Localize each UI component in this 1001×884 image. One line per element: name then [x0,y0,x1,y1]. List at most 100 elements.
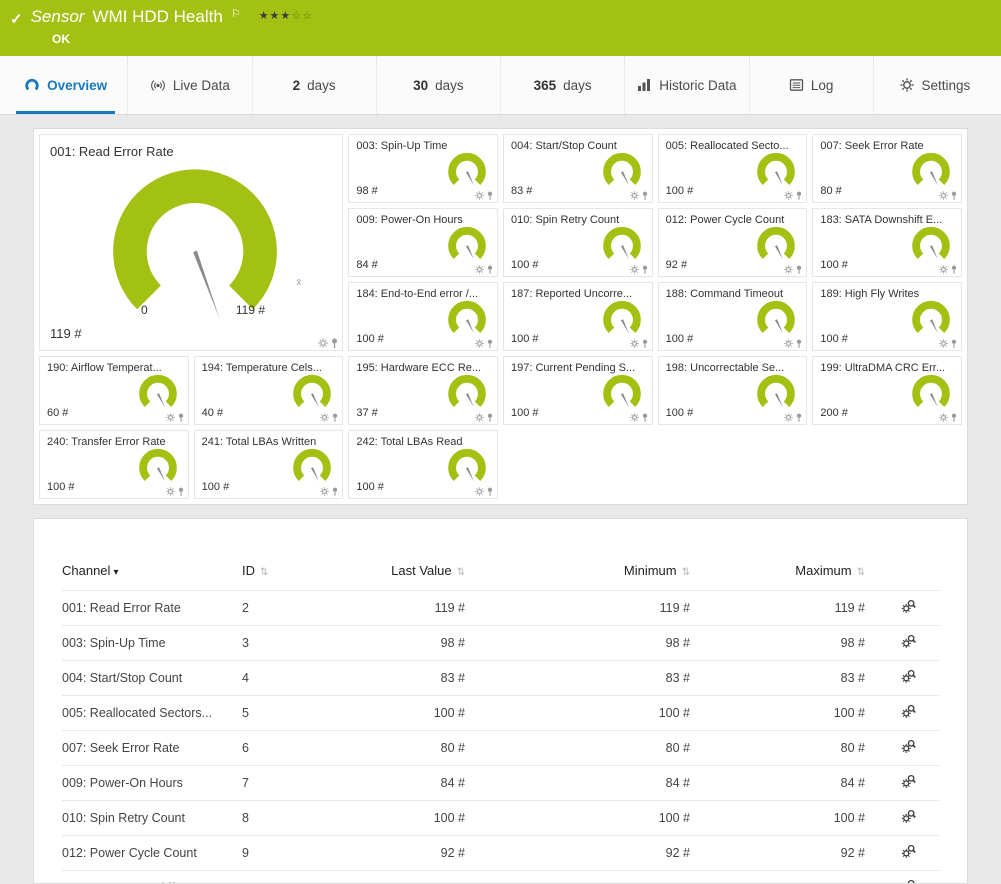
channel-row[interactable]: 009: Power-On Hours 7 84 # 84 # 84 # [62,766,939,801]
gauge-settings-icon[interactable] [475,413,484,422]
gauge-pin-icon[interactable] [796,265,802,274]
gauge-settings-icon[interactable] [939,413,948,422]
gauge-tile[interactable]: 194: Temperature Cels... 40 # [194,356,344,425]
channel-settings-icon[interactable] [901,634,916,649]
gauge-pin-icon[interactable] [487,487,493,496]
gauge-settings-icon[interactable] [630,191,639,200]
gauge-tile[interactable]: 007: Seek Error Rate 80 # [812,134,962,203]
tab-log[interactable]: Log [750,56,874,114]
gauge-tile[interactable]: 240: Transfer Error Rate 100 # [39,430,189,499]
gauge-settings-icon[interactable] [166,487,175,496]
gauge-tile[interactable]: 241: Total LBAs Written 100 # [194,430,344,499]
main-gauge-tile[interactable]: 001: Read Error Rate 0 119 # x̄ 119 # [39,134,343,351]
gauge-tile[interactable]: 183: SATA Downshift E... 100 # [812,208,962,277]
gauge-pin-icon[interactable] [951,265,957,274]
gauge-tile[interactable]: 004: Start/Stop Count 83 # [503,134,653,203]
channels-table-panel: Channel▾ ID⇅ Last Value⇅ Minimum⇅ Maximu… [33,518,968,884]
gauge-pin-icon[interactable] [178,413,184,422]
gauge-tile[interactable]: 005: Reallocated Secto... 100 # [658,134,808,203]
channel-row[interactable]: 003: Spin-Up Time 3 98 # 98 # 98 # [62,626,939,661]
gauge-settings-icon[interactable] [784,413,793,422]
gauge-settings-icon[interactable] [939,265,948,274]
channel-settings-icon[interactable] [901,809,916,824]
gauge-tile[interactable]: 003: Spin-Up Time 98 # [348,134,498,203]
table-header-last-value[interactable]: Last Value⇅ [347,559,477,591]
gauge-tile[interactable]: 189: High Fly Writes 100 # [812,282,962,351]
gauge-pin-icon[interactable] [796,413,802,422]
gauge-pin-icon[interactable] [178,487,184,496]
gauge-settings-icon[interactable] [939,339,948,348]
gauge-settings-icon[interactable] [630,265,639,274]
tab-live-data[interactable]: Live Data [128,56,252,114]
gauge-pin-icon[interactable] [332,487,338,496]
gauge-tile[interactable]: 187: Reported Uncorre... 100 # [503,282,653,351]
gauge-tile[interactable]: 197: Current Pending S... 100 # [503,356,653,425]
channel-settings-icon[interactable] [901,669,916,684]
gauge-settings-icon[interactable] [784,191,793,200]
gauge-pin-icon[interactable] [642,265,648,274]
gauge-settings-icon[interactable] [320,413,329,422]
gauge-pin-icon[interactable] [487,191,493,200]
gauge-pin-icon[interactable] [487,265,493,274]
priority-stars[interactable]: ★★★☆☆ [259,9,313,22]
gauge-pin-icon[interactable] [796,191,802,200]
gauge-pin-icon[interactable] [951,191,957,200]
channel-row[interactable]: 001: Read Error Rate 2 119 # 119 # 119 # [62,591,939,626]
channel-settings-icon[interactable] [901,844,916,859]
table-header-id[interactable]: ID⇅ [242,559,347,591]
gauge-tile[interactable]: 009: Power-On Hours 84 # [348,208,498,277]
gauge-pin-icon[interactable] [642,191,648,200]
channel-row[interactable]: 007: Seek Error Rate 6 80 # 80 # 80 # [62,731,939,766]
channel-row[interactable]: 010: Spin Retry Count 8 100 # 100 # 100 … [62,801,939,836]
gauge-tile[interactable]: 242: Total LBAs Read 100 # [348,430,498,499]
flag-icon[interactable]: ⚐ [231,7,241,20]
gauge-settings-icon[interactable] [475,191,484,200]
gauge-settings-icon[interactable] [784,265,793,274]
gauge-pin-icon[interactable] [331,338,338,348]
gauge-tile[interactable]: 199: UltraDMA CRC Err... 200 # [812,356,962,425]
gauge-tile[interactable]: 190: Airflow Temperat... 60 # [39,356,189,425]
channel-row[interactable]: 012: Power Cycle Count 9 92 # 92 # 92 # [62,836,939,871]
gauge-tile[interactable]: 188: Command Timeout 100 # [658,282,808,351]
gauge-tile[interactable]: 195: Hardware ECC Re... 37 # [348,356,498,425]
channel-settings-icon[interactable] [901,879,916,884]
gauge-settings-icon[interactable] [166,413,175,422]
channel-row[interactable]: 005: Reallocated Sectors... 5 100 # 100 … [62,696,939,731]
gauge-settings-icon[interactable] [939,191,948,200]
gauge-pin-icon[interactable] [796,339,802,348]
gauge-tile[interactable]: 184: End-to-End error /... 100 # [348,282,498,351]
gauge-pin-icon[interactable] [951,413,957,422]
tab-overview[interactable]: Overview [4,56,128,114]
gauge-pin-icon[interactable] [332,413,338,422]
gauge-settings-icon[interactable] [630,339,639,348]
gauge-settings-icon[interactable] [318,338,328,348]
channel-settings-icon[interactable] [901,704,916,719]
gauge-pin-icon[interactable] [487,413,493,422]
channel-settings-icon[interactable] [901,774,916,789]
table-header-channel[interactable]: Channel▾ [62,559,242,591]
gauge-tile[interactable]: 012: Power Cycle Count 92 # [658,208,808,277]
channel-row[interactable]: 004: Start/Stop Count 4 83 # 83 # 83 # [62,661,939,696]
table-header-minimum[interactable]: Minimum⇅ [477,559,702,591]
tab-30-days[interactable]: 30 days [377,56,501,114]
tab-historic-data[interactable]: Historic Data [625,56,749,114]
gauge-pin-icon[interactable] [642,413,648,422]
gauge-pin-icon[interactable] [487,339,493,348]
tab-settings[interactable]: Settings [874,56,997,114]
table-header-maximum[interactable]: Maximum⇅ [702,559,877,591]
channel-settings-icon[interactable] [901,599,916,614]
gauge-settings-icon[interactable] [630,413,639,422]
tab-365-days[interactable]: 365 days [501,56,625,114]
channel-settings-icon[interactable] [901,739,916,754]
gauge-settings-icon[interactable] [320,487,329,496]
gauge-pin-icon[interactable] [642,339,648,348]
gauge-settings-icon[interactable] [784,339,793,348]
channel-row[interactable]: 183: SATA Downshift Err... 10 100 # 100 … [62,871,939,884]
tab-2-days[interactable]: 2 days [253,56,377,114]
gauge-pin-icon[interactable] [951,339,957,348]
gauge-settings-icon[interactable] [475,487,484,496]
gauge-tile[interactable]: 198: Uncorrectable Se... 100 # [658,356,808,425]
gauge-tile[interactable]: 010: Spin Retry Count 100 # [503,208,653,277]
gauge-settings-icon[interactable] [475,265,484,274]
gauge-settings-icon[interactable] [475,339,484,348]
